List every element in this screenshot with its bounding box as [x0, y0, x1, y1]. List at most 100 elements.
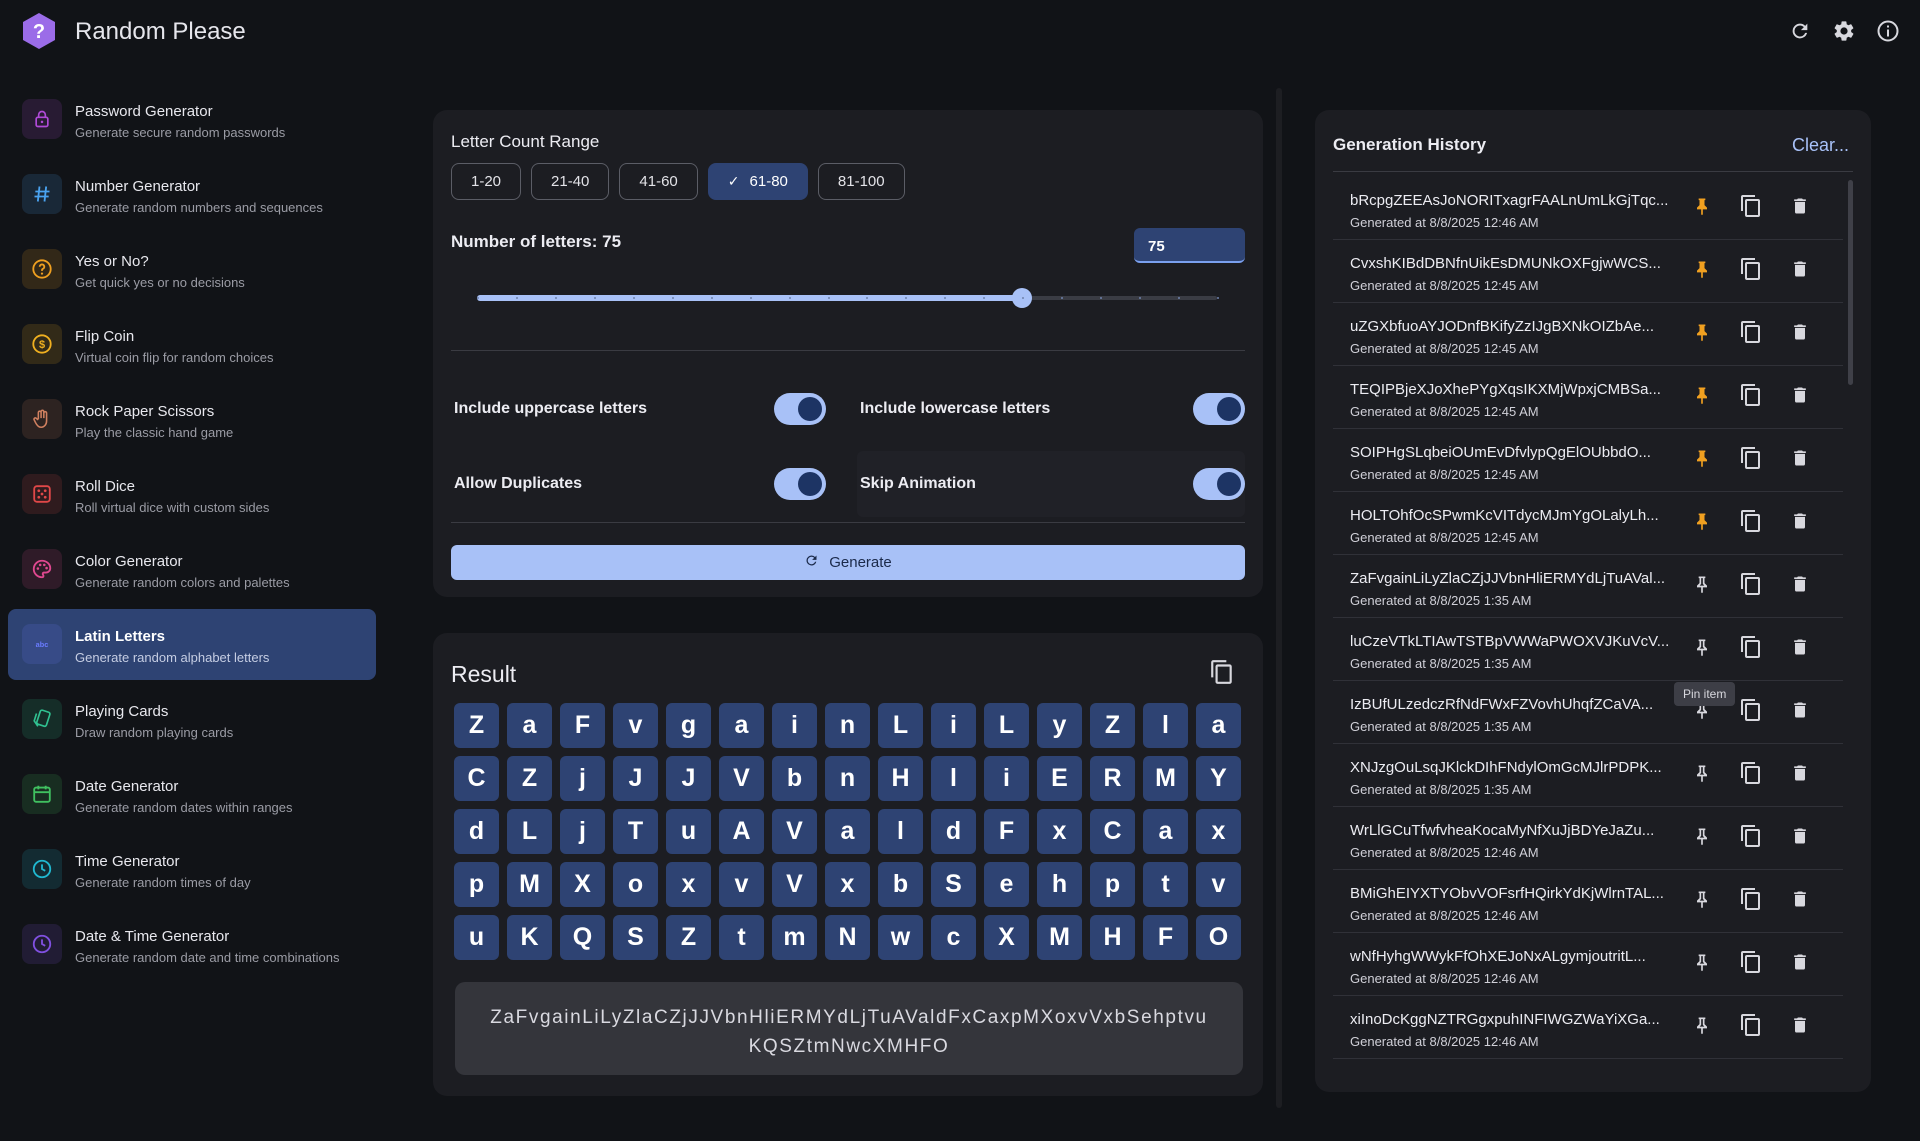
history-item[interactable]: HOLTOhfOcSPwmKcVITdycMJmYgOLalyLh... Gen… — [1333, 492, 1843, 555]
range-chip-61-80[interactable]: ✓ 61-80 — [707, 163, 808, 200]
copy-button[interactable] — [1737, 635, 1765, 663]
sidebar-item-yes-or-no[interactable]: Yes or No? Get quick yes or no decisions — [8, 234, 376, 305]
copy-button[interactable] — [1737, 950, 1765, 978]
lock-icon — [22, 99, 62, 139]
letter-tile: A — [719, 809, 764, 854]
letter-tile: Q — [560, 915, 605, 960]
copy-result-button[interactable] — [1209, 659, 1237, 687]
letter-tile: x — [1037, 809, 1082, 854]
range-chip-81-100[interactable]: 81-100 — [817, 163, 905, 200]
delete-button[interactable] — [1786, 1013, 1814, 1041]
copy-button[interactable] — [1737, 509, 1765, 537]
copy-button[interactable] — [1737, 320, 1765, 348]
pin-button[interactable] — [1688, 635, 1716, 663]
pin-button[interactable] — [1688, 194, 1716, 222]
delete-button[interactable] — [1786, 383, 1814, 411]
history-item[interactable]: luCzeVTkLTIAwTSTBpVWWaPWOXVJKuVcV... Gen… — [1333, 618, 1843, 681]
history-item[interactable]: TEQIPBjeXJoXhePYgXqsIKXMjWpxjCMBSa... Ge… — [1333, 366, 1843, 429]
option-skip-animation: Skip Animation — [857, 451, 1245, 517]
count-slider[interactable] — [477, 288, 1219, 308]
sidebar-item-roll-dice[interactable]: Roll Dice Roll virtual dice with custom … — [8, 459, 376, 530]
pin-button[interactable] — [1688, 887, 1716, 915]
copy-button[interactable] — [1737, 257, 1765, 285]
skip-animation-toggle[interactable] — [1193, 468, 1245, 500]
copy-button[interactable] — [1737, 824, 1765, 852]
sidebar-item-color-generator[interactable]: Color Generator Generate random colors a… — [8, 534, 376, 605]
history-item[interactable]: BMiGhEIYXTYObvVOFsrfHQirkYdKjWlrnTAL... … — [1333, 870, 1843, 933]
delete-button[interactable] — [1786, 257, 1814, 285]
uppercase-toggle[interactable] — [774, 393, 826, 425]
slider-tick — [710, 297, 713, 299]
pin-icon — [1692, 825, 1712, 852]
copy-button[interactable] — [1737, 1013, 1765, 1041]
sidebar-item-number-generator[interactable]: Number Generator Generate random numbers… — [8, 159, 376, 230]
copy-button[interactable] — [1737, 446, 1765, 474]
history-item[interactable]: CvxshKIBdDBNfnUikEsDMUNkOXFgjwWCS... Gen… — [1333, 240, 1843, 303]
history-item[interactable]: xiInoDcKggNZTRGgxpuhINFIWGZWaYiXGa... Ge… — [1333, 996, 1843, 1059]
copy-button[interactable] — [1737, 887, 1765, 915]
delete-button[interactable] — [1786, 887, 1814, 915]
delete-button[interactable] — [1786, 824, 1814, 852]
sidebar-item-date-time-generator[interactable]: Date & Time Generator Generate random da… — [8, 909, 376, 980]
result-text[interactable]: ZaFvgainLiLyZlaCZjJJVbnHliERMYdLjTuAVald… — [455, 982, 1243, 1075]
refresh-icon[interactable] — [1787, 18, 1813, 44]
sidebar-item-latin-letters[interactable]: abc Latin Letters Generate random alphab… — [8, 609, 376, 680]
history-item[interactable]: SOIPHgSLqbeiOUmEvDfvlypQgElOUbbdO... Gen… — [1333, 429, 1843, 492]
pin-button[interactable] — [1688, 257, 1716, 285]
letter-tile: F — [984, 809, 1029, 854]
sidebar-item-time-generator[interactable]: Time Generator Generate random times of … — [8, 834, 376, 905]
pin-button[interactable] — [1688, 1013, 1716, 1041]
letter-tile: C — [1090, 809, 1135, 854]
delete-button[interactable] — [1786, 761, 1814, 789]
delete-button[interactable] — [1786, 950, 1814, 978]
panel-divider[interactable] — [1276, 88, 1282, 1108]
history-item[interactable]: wNfHyhgWWykFfOhXEJoNxALgymjoutritL... Ge… — [1333, 933, 1843, 996]
lowercase-toggle[interactable] — [1193, 393, 1245, 425]
range-chip-21-40[interactable]: 21-40 — [531, 163, 610, 200]
delete-button[interactable] — [1786, 698, 1814, 726]
copy-button[interactable] — [1737, 572, 1765, 600]
pin-button[interactable] — [1688, 509, 1716, 537]
history-item[interactable]: ZaFvgainLiLyZlaCZjJJVbnHliERMYdLjTuAVal.… — [1333, 555, 1843, 618]
sidebar-item-title: Time Generator — [75, 853, 180, 870]
copy-button[interactable] — [1737, 383, 1765, 411]
pin-button[interactable] — [1688, 761, 1716, 789]
count-input[interactable]: 75 — [1134, 228, 1245, 263]
delete-button[interactable] — [1786, 446, 1814, 474]
pin-button[interactable] — [1688, 446, 1716, 474]
delete-button[interactable] — [1786, 194, 1814, 222]
info-icon[interactable] — [1875, 18, 1901, 44]
sidebar-item-subtitle: Play the classic hand game — [75, 425, 234, 440]
pin-button[interactable] — [1688, 950, 1716, 978]
letter-tile: S — [613, 915, 658, 960]
sidebar-item-rock-paper-scissors[interactable]: Rock Paper Scissors Play the classic han… — [8, 384, 376, 455]
range-chip-41-60[interactable]: 41-60 — [619, 163, 698, 200]
sidebar-item-flip-coin[interactable]: $ Flip Coin Virtual coin flip for random… — [8, 309, 376, 380]
letter-tile: X — [560, 862, 605, 907]
pin-button[interactable] — [1688, 824, 1716, 852]
history-scrollbar[interactable] — [1848, 180, 1853, 385]
settings-icon[interactable] — [1831, 18, 1857, 44]
history-item[interactable]: bRcpgZEEAsJoNORITxagrFAALnUmLkGjTqc... G… — [1333, 177, 1843, 240]
pin-button[interactable] — [1688, 572, 1716, 600]
history-item[interactable]: XNJzgOuLsqJKlckDIhFNdylOmGcMJlrPDPK... G… — [1333, 744, 1843, 807]
delete-button[interactable] — [1786, 509, 1814, 537]
delete-button[interactable] — [1786, 320, 1814, 348]
delete-button[interactable] — [1786, 572, 1814, 600]
duplicates-toggle[interactable] — [774, 468, 826, 500]
delete-button[interactable] — [1786, 635, 1814, 663]
copy-button[interactable] — [1737, 194, 1765, 222]
sidebar-item-playing-cards[interactable]: Playing Cards Draw random playing cards — [8, 684, 376, 755]
range-chip-1-20[interactable]: 1-20 — [451, 163, 522, 200]
sidebar-item-date-generator[interactable]: Date Generator Generate random dates wit… — [8, 759, 376, 830]
copy-button[interactable] — [1737, 761, 1765, 789]
history-item[interactable]: IzBUfULzedczRfNdFWxFZVovhUhqfZCaVA... Ge… — [1333, 681, 1843, 744]
pin-button[interactable] — [1688, 383, 1716, 411]
pin-button[interactable] — [1688, 320, 1716, 348]
sidebar-item-password-generator[interactable]: Password Generator Generate secure rando… — [8, 84, 376, 155]
clear-history-button[interactable]: Clear... — [1792, 135, 1849, 156]
copy-button[interactable] — [1737, 698, 1765, 726]
history-item[interactable]: uZGXbfuoAYJODnfBKifyZzIJgBXNkOIZbAe... G… — [1333, 303, 1843, 366]
generate-button[interactable]: Generate — [451, 545, 1245, 580]
history-item[interactable]: WrLlGCuTfwfvheaKocaMyNfXuJjBDYeJaZu... G… — [1333, 807, 1843, 870]
